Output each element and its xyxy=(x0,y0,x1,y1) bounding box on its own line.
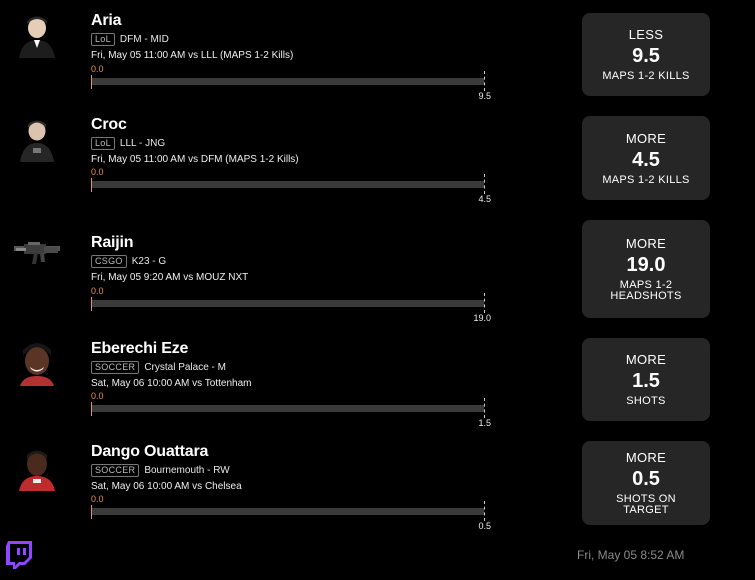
pick-stat: MAPS 1-2 HEADSHOTS xyxy=(610,279,682,302)
line-marker xyxy=(484,501,485,521)
progress-marker xyxy=(91,505,92,519)
player-row-croc: Croc LoL LLL - JNG Fri, May 05 11:00 AM … xyxy=(0,116,755,226)
pick-value: 4.5 xyxy=(632,148,660,171)
rifle-icon xyxy=(14,234,60,280)
pick-card[interactable]: MORE 4.5 MAPS 1-2 KILLS xyxy=(582,116,710,200)
twitch-icon[interactable] xyxy=(6,541,32,569)
player-row-raijin: Raijin CSGO K23 - G Fri, May 05 9:20 AM … xyxy=(0,220,755,344)
league-badge: LoL xyxy=(91,137,115,150)
pick-stat: MAPS 1-2 KILLS xyxy=(602,173,690,186)
progress-bar: 0.0 9.5 xyxy=(91,64,491,101)
league-badge: CSGO xyxy=(91,255,127,268)
team-position: LLL - JNG xyxy=(119,138,166,149)
current-value: 0.0 xyxy=(91,286,104,296)
line-value: 0.5 xyxy=(478,521,491,531)
current-value: 0.0 xyxy=(91,167,104,177)
team-position: DFM - MID xyxy=(119,34,169,45)
game-info: Sat, May 06 10:00 AM vs Chelsea xyxy=(91,481,242,492)
pick-direction: MORE xyxy=(625,236,667,251)
pick-card[interactable]: MORE 0.5 SHOTS ON TARGET xyxy=(582,441,710,525)
progress-track xyxy=(92,300,484,307)
progress-marker xyxy=(91,75,92,89)
player-name: Aria xyxy=(91,12,122,29)
line-marker xyxy=(484,398,485,418)
player-name: Croc xyxy=(91,116,127,133)
game-info: Fri, May 05 11:00 AM vs DFM (MAPS 1-2 Ki… xyxy=(91,154,299,165)
player-photo-icon xyxy=(14,116,60,162)
pick-value: 0.5 xyxy=(632,468,660,490)
line-value: 9.5 xyxy=(478,91,491,101)
player-row-aria: Aria LoL DFM - MID Fri, May 05 11:00 AM … xyxy=(0,12,755,122)
progress-bar: 0.0 1.5 xyxy=(91,391,491,428)
progress-track xyxy=(92,405,484,412)
current-value: 0.0 xyxy=(91,391,104,401)
progress-bar: 0.0 19.0 xyxy=(91,286,491,323)
player-name: Dango Ouattara xyxy=(91,443,209,460)
game-info: Fri, May 05 11:00 AM vs LLL (MAPS 1-2 Ki… xyxy=(91,50,294,61)
team-position: Crystal Palace - M xyxy=(144,362,226,373)
pick-card[interactable]: MORE 1.5 SHOTS xyxy=(582,338,710,421)
pick-direction: LESS xyxy=(628,27,664,42)
progress-bar: 0.0 0.5 xyxy=(91,494,491,531)
game-info: Fri, May 05 9:20 AM vs MOUZ NXT xyxy=(91,272,249,283)
league-badge: SOCCER xyxy=(91,464,140,477)
current-value: 0.0 xyxy=(91,494,104,504)
pick-direction: MORE xyxy=(625,450,667,465)
pick-stat: SHOTS xyxy=(626,395,666,407)
progress-track xyxy=(92,508,484,515)
pick-card[interactable]: MORE 19.0 MAPS 1-2 HEADSHOTS xyxy=(582,220,710,318)
pick-value: 9.5 xyxy=(632,45,660,67)
game-info: Sat, May 06 10:00 AM vs Tottenham xyxy=(91,378,252,389)
player-name: Raijin xyxy=(91,234,134,251)
timestamp: Fri, May 05 8:52 AM xyxy=(577,548,685,562)
progress-marker xyxy=(91,178,92,192)
league-badge: SOCCER xyxy=(91,361,140,374)
team-position: K23 - G xyxy=(131,256,167,267)
pick-value: 1.5 xyxy=(632,370,660,392)
line-marker xyxy=(484,71,485,91)
pick-stat: SHOTS ON TARGET xyxy=(616,493,676,516)
player-name: Eberechi Eze xyxy=(91,340,189,357)
progress-marker xyxy=(91,297,92,311)
current-value: 0.0 xyxy=(91,64,104,74)
line-marker xyxy=(484,174,485,194)
player-avatar xyxy=(14,12,60,58)
progress-track xyxy=(92,78,484,85)
line-value: 19.0 xyxy=(473,313,491,323)
player-avatar xyxy=(14,116,60,162)
progress-bar: 0.0 4.5 xyxy=(91,167,491,204)
player-photo-icon xyxy=(14,340,60,386)
progress-marker xyxy=(91,402,92,416)
pick-stat: MAPS 1-2 KILLS xyxy=(602,70,690,82)
player-avatar xyxy=(14,234,60,280)
player-photo-icon xyxy=(14,445,60,491)
player-row-dango-ouattara: Dango Ouattara SOCCER Bournemouth - RW S… xyxy=(0,441,755,553)
league-badge: LoL xyxy=(91,33,115,46)
player-avatar xyxy=(14,445,60,491)
player-row-eberechi-eze: Eberechi Eze SOCCER Crystal Palace - M S… xyxy=(0,338,755,450)
team-position: Bournemouth - RW xyxy=(144,465,230,476)
player-photo-icon xyxy=(14,12,60,58)
line-value: 1.5 xyxy=(478,418,491,428)
pick-direction: MORE xyxy=(625,352,667,367)
pick-card[interactable]: LESS 9.5 MAPS 1-2 KILLS xyxy=(582,13,710,96)
progress-track xyxy=(92,181,484,188)
pick-direction: MORE xyxy=(625,130,667,146)
line-value: 4.5 xyxy=(478,194,491,204)
pick-value: 19.0 xyxy=(626,254,666,276)
line-marker xyxy=(484,293,485,313)
player-avatar xyxy=(14,340,60,386)
